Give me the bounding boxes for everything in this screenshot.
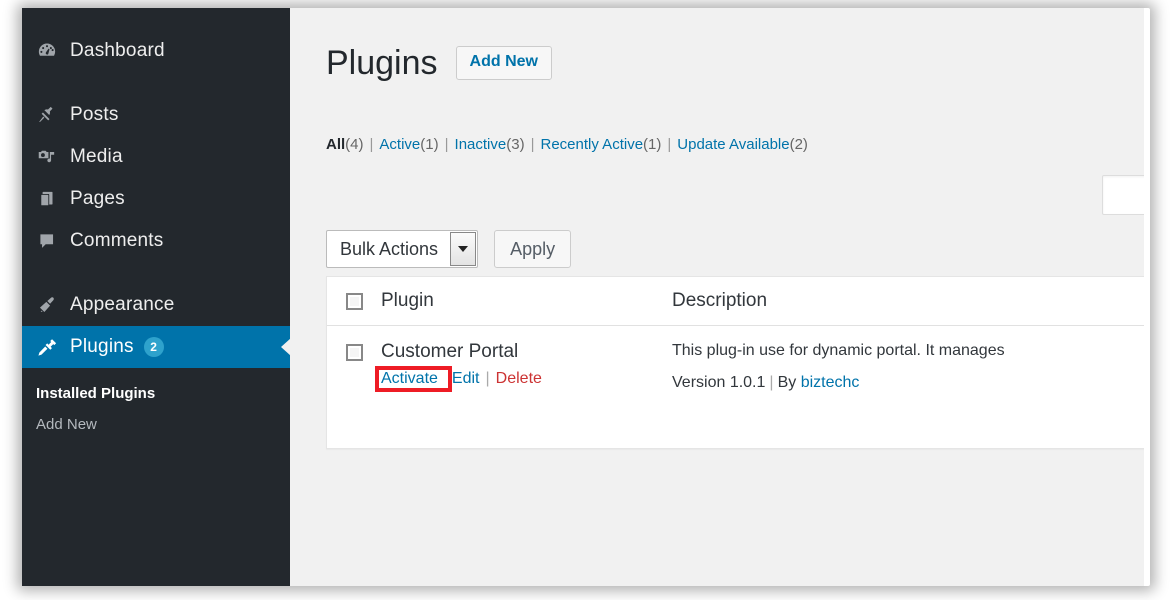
plugin-description: This plug-in use for dynamic portal. It … (672, 342, 1005, 359)
row-checkbox[interactable] (345, 344, 363, 361)
chevron-down-icon[interactable] (450, 232, 477, 266)
sidebar-item-label: Plugins (70, 336, 134, 357)
delete-link[interactable]: Delete (496, 370, 542, 388)
sidebar-item-pages[interactable]: Pages (22, 178, 290, 220)
pushpin-icon (36, 104, 70, 126)
filter-label: Inactive (454, 136, 507, 153)
comment-bubble-icon (36, 230, 70, 252)
column-header-plugin[interactable]: Plugin (381, 277, 672, 325)
page-title: Plugins (326, 44, 438, 82)
by-label: By (777, 374, 797, 392)
search-input[interactable] (1102, 175, 1144, 215)
filter-count-update-available: (2) (789, 136, 808, 153)
sidebar-item-label: Posts (70, 104, 119, 125)
sidebar-item-label: Comments (70, 230, 164, 251)
select-all-cell (327, 277, 381, 325)
table-header-row: Plugin Description (327, 277, 1144, 326)
filter-label: All (326, 136, 346, 153)
sidebar-item-comments[interactable]: Comments (22, 220, 290, 262)
dashboard-gauge-icon (36, 40, 70, 62)
plugins-submenu: Installed Plugins Add New (22, 368, 290, 446)
plugin-status-filters: All(4) | Active(1) | Inactive(3) | Recently Ac… (326, 136, 808, 153)
screenshot-frame: Dashboard Posts Media Pages Comments App… (0, 0, 1173, 600)
filter-link-inactive[interactable]: Inactive (455, 136, 507, 153)
table-footer (327, 406, 1144, 448)
admin-sidebar: Dashboard Posts Media Pages Comments App… (22, 8, 291, 586)
filter-separator: | (444, 136, 449, 153)
plugin-name: Customer Portal (381, 341, 519, 362)
plugin-version: Version 1.0.1 (672, 374, 766, 392)
plugin-cell: Customer Portal Activate Edit | Delete (375, 326, 672, 406)
sidebar-item-media[interactable]: Media (22, 136, 290, 178)
filter-label: Recently Active (540, 136, 644, 153)
sidebar-item-label: Pages (70, 188, 125, 209)
plugin-author-link[interactable]: biztechc (801, 374, 860, 391)
plugin-meta: Version 1.0.1 | By biztechc (672, 374, 1144, 392)
filter-separator: | (530, 136, 535, 153)
filter-label: Active (379, 136, 421, 153)
filter-count-recently-active: (1) (643, 136, 662, 153)
activate-highlight-box: Activate (375, 365, 452, 392)
meta-separator: | (769, 374, 774, 392)
sidebar-item-label: Media (70, 146, 123, 167)
sidebar-item-dashboard[interactable]: Dashboard (22, 30, 290, 72)
filter-link-update-available[interactable]: Update Available (677, 136, 789, 153)
apply-button[interactable]: Apply (494, 230, 572, 268)
plugins-table: Plugin Description Customer Portal Activ… (326, 276, 1144, 450)
sidebar-item-plugins[interactable]: Plugins 2 (22, 326, 291, 368)
filter-separator: | (369, 136, 374, 153)
select-all-checkbox[interactable] (345, 293, 363, 310)
column-header-description: Description (672, 290, 768, 311)
filter-link-recently-active[interactable]: Recently Active (540, 136, 643, 153)
bulk-actions-toolbar: Bulk Actions Apply (326, 230, 572, 268)
plugins-update-badge: 2 (143, 337, 164, 357)
sidebar-item-appearance[interactable]: Appearance (22, 284, 290, 326)
paintbrush-icon (36, 294, 70, 316)
filter-count-all: (4) (345, 136, 364, 153)
sidebar-item-label: Appearance (70, 294, 175, 315)
filter-link-active[interactable]: Active (379, 136, 420, 153)
plugin-row-actions: Activate Edit | Delete (375, 365, 672, 392)
filter-count-inactive: (3) (506, 136, 525, 153)
plug-icon (36, 336, 70, 358)
filter-count-active: (1) (420, 136, 439, 153)
filter-label: Update Available (677, 136, 790, 153)
submenu-item-label: Installed Plugins (36, 385, 156, 402)
sidebar-item-posts[interactable]: Posts (22, 94, 290, 136)
wordpress-admin-screen: Dashboard Posts Media Pages Comments App… (22, 8, 1144, 586)
row-select-cell (327, 326, 381, 406)
action-separator: | (485, 369, 490, 387)
table-row: Customer Portal Activate Edit | Delete T… (327, 326, 1144, 406)
bulk-actions-selected-value: Bulk Actions (340, 238, 439, 259)
filter-link-all[interactable]: All (326, 136, 345, 153)
add-new-button[interactable]: Add New (455, 46, 552, 80)
edit-link[interactable]: Edit (452, 370, 480, 388)
page-header: Plugins Add New (326, 46, 552, 80)
submenu-item-installed-plugins[interactable]: Installed Plugins (22, 378, 290, 409)
bulk-actions-select[interactable]: Bulk Actions (326, 230, 479, 268)
activate-link[interactable]: Activate (381, 370, 438, 387)
submenu-item-add-new[interactable]: Add New (22, 409, 290, 440)
admin-content-area: Plugins Add New All(4) | Active(1) | Inactiv… (290, 8, 1144, 586)
submenu-item-label: Add New (36, 416, 97, 433)
media-camera-music-icon (36, 146, 70, 168)
pages-stack-icon (36, 188, 70, 210)
filter-separator: | (667, 136, 672, 153)
sidebar-item-label: Dashboard (70, 40, 165, 61)
description-cell: This plug-in use for dynamic portal. It … (672, 326, 1144, 406)
